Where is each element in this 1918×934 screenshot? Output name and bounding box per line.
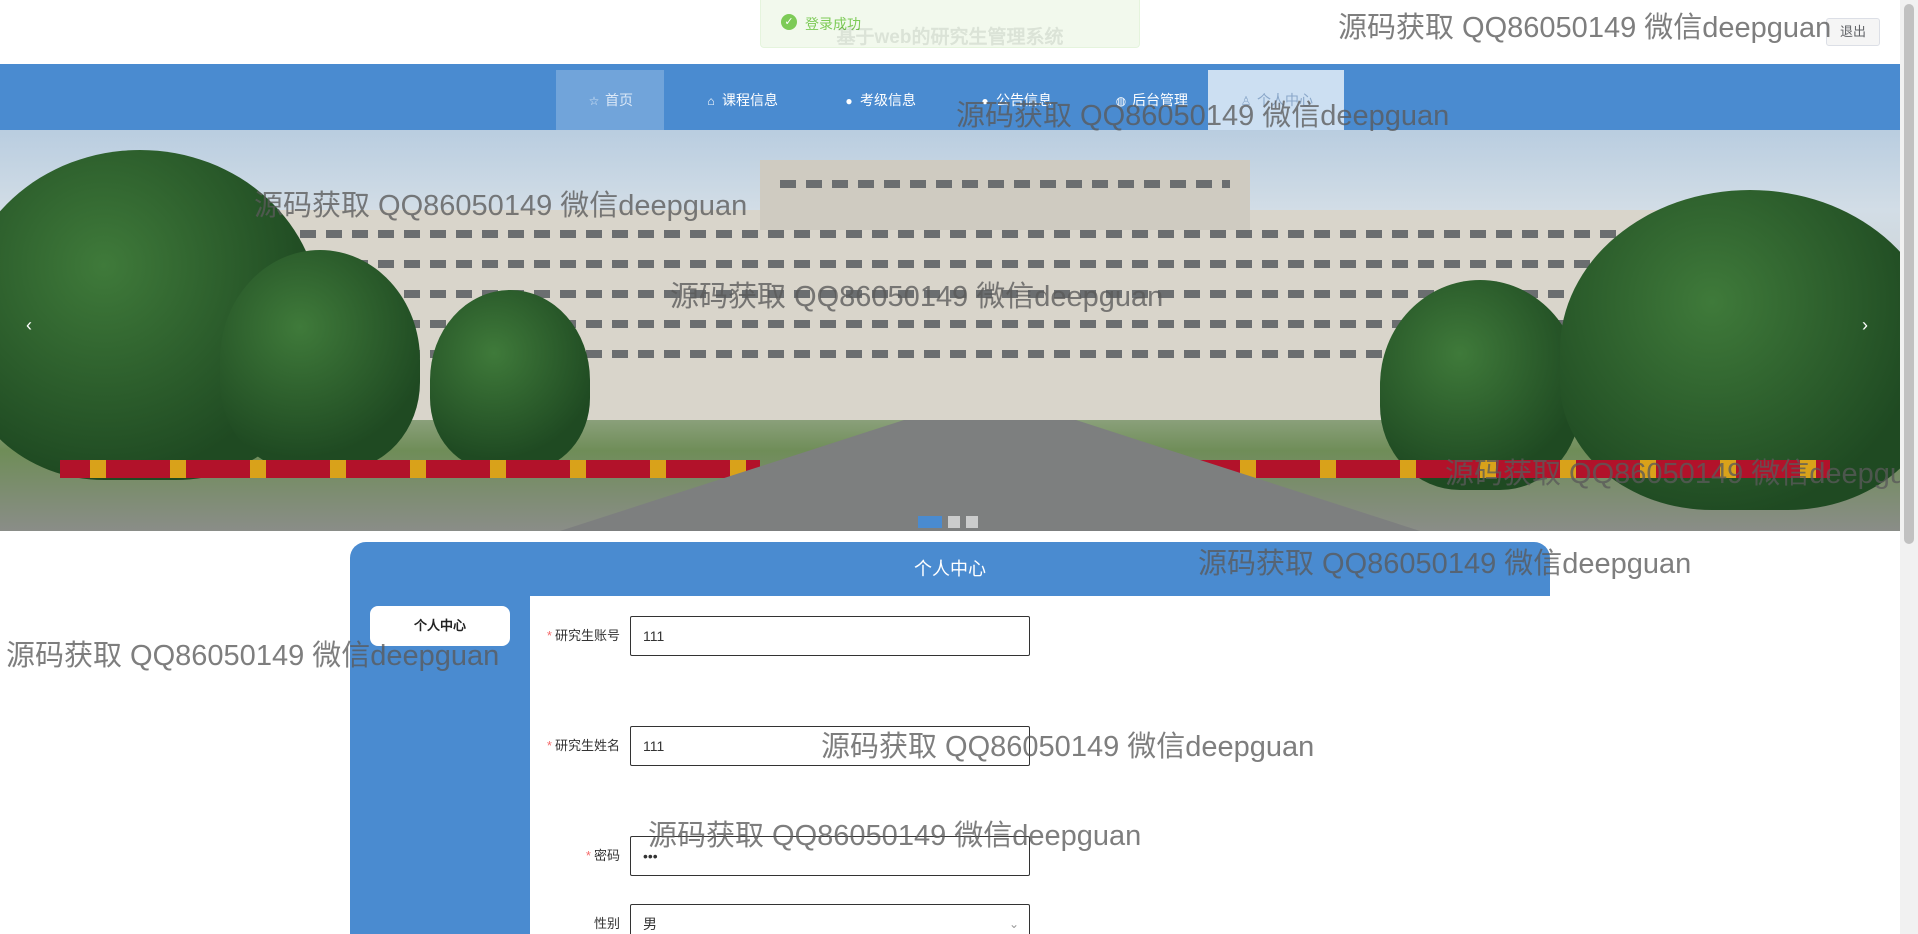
page-scrollbar[interactable] — [1900, 0, 1918, 934]
form-label: 性别 — [530, 904, 620, 934]
nav-item-admin[interactable]: ◍ 后台管理 — [1088, 70, 1214, 130]
login-success-toast: ✓ 登录成功 — [760, 0, 1140, 48]
name-input[interactable]: 111 — [630, 726, 1030, 766]
nav-item-label: 个人中心 — [1257, 92, 1313, 108]
form-row-account: * 研究生账号 111 — [530, 616, 1550, 696]
nav-item-exams[interactable]: ● 考级信息 — [816, 70, 942, 130]
nav-item-home[interactable]: ☆ 首页 — [556, 70, 664, 130]
field-label-gender: 性别 — [593, 916, 620, 931]
field-label-name: 研究生姓名 — [554, 738, 620, 753]
gender-select[interactable]: 男 ⌄ — [630, 904, 1030, 934]
top-header: 基于web的研究生管理系统 ✓ 登录成功 退出 — [0, 0, 1900, 64]
bell-icon: ● — [981, 94, 989, 108]
nav-item-label: 后台管理 — [1132, 92, 1188, 108]
account-input[interactable]: 111 — [630, 616, 1030, 656]
toast-message: 登录成功 — [805, 16, 861, 32]
prev-slide-arrow[interactable]: ‹ — [26, 315, 32, 336]
nav-item-label: 首页 — [605, 92, 633, 108]
nav-item-profile[interactable]: ♙ 个人中心 — [1208, 70, 1344, 130]
field-label-account: 研究生账号 — [554, 628, 620, 643]
chevron-down-icon: ⌄ — [1008, 917, 1019, 931]
main-nav: ☆ 首页 ⌂ 课程信息 ● 考级信息 ● 公告信息 ◍ 后台管理 ♙ 个人中心 — [0, 64, 1900, 130]
info-icon: ● — [845, 94, 853, 108]
home-icon: ⌂ — [707, 94, 715, 108]
required-mark: * — [585, 848, 591, 863]
carousel-indicators — [918, 516, 984, 531]
check-circle-icon: ✓ — [781, 14, 797, 30]
scrollbar-thumb[interactable] — [1904, 4, 1914, 544]
nav-item-label: 课程信息 — [722, 92, 778, 108]
gender-value: 男 — [643, 916, 657, 932]
required-mark: * — [546, 628, 552, 643]
form-row-name: * 研究生姓名 111 — [530, 726, 1550, 806]
carousel-dot[interactable] — [948, 516, 960, 528]
building-top — [760, 160, 1250, 230]
side-menu-profile[interactable]: 个人中心 — [370, 606, 510, 646]
star-icon: ☆ — [588, 94, 600, 108]
globe-icon: ◍ — [1115, 94, 1127, 108]
nav-item-label: 公告信息 — [996, 92, 1052, 108]
user-icon: ♙ — [1240, 94, 1252, 108]
panel-title: 个人中心 — [914, 559, 986, 579]
nav-item-courses[interactable]: ⌂ 课程信息 — [678, 70, 804, 130]
carousel-dot[interactable] — [966, 516, 978, 528]
form-row-password: * 密码 ••• — [530, 836, 1550, 876]
logout-button[interactable]: 退出 — [1826, 18, 1880, 46]
required-mark: * — [546, 738, 552, 753]
form-label: * 研究生账号 — [530, 616, 620, 655]
password-input[interactable]: ••• — [630, 836, 1030, 876]
banner-carousel: ‹ › — [0, 130, 1900, 531]
form-label: * 研究生姓名 — [530, 726, 620, 765]
carousel-dot[interactable] — [918, 516, 942, 528]
field-label-password: 密码 — [593, 848, 620, 863]
nav-item-notices[interactable]: ● 公告信息 — [952, 70, 1078, 130]
form-label: * 密码 — [530, 836, 620, 875]
profile-form: * 研究生账号 111 * 研究生姓名 111 * 密码 ••• 性别 男 ⌄ — [530, 596, 1550, 934]
next-slide-arrow[interactable]: › — [1862, 315, 1868, 336]
profile-panel: 个人中心 个人中心 * 研究生账号 111 * 研究生姓名 111 * 密码 ••• … — [350, 542, 1550, 934]
nav-item-label: 考级信息 — [860, 92, 916, 108]
form-row-gender: 性别 男 ⌄ — [530, 904, 1550, 934]
